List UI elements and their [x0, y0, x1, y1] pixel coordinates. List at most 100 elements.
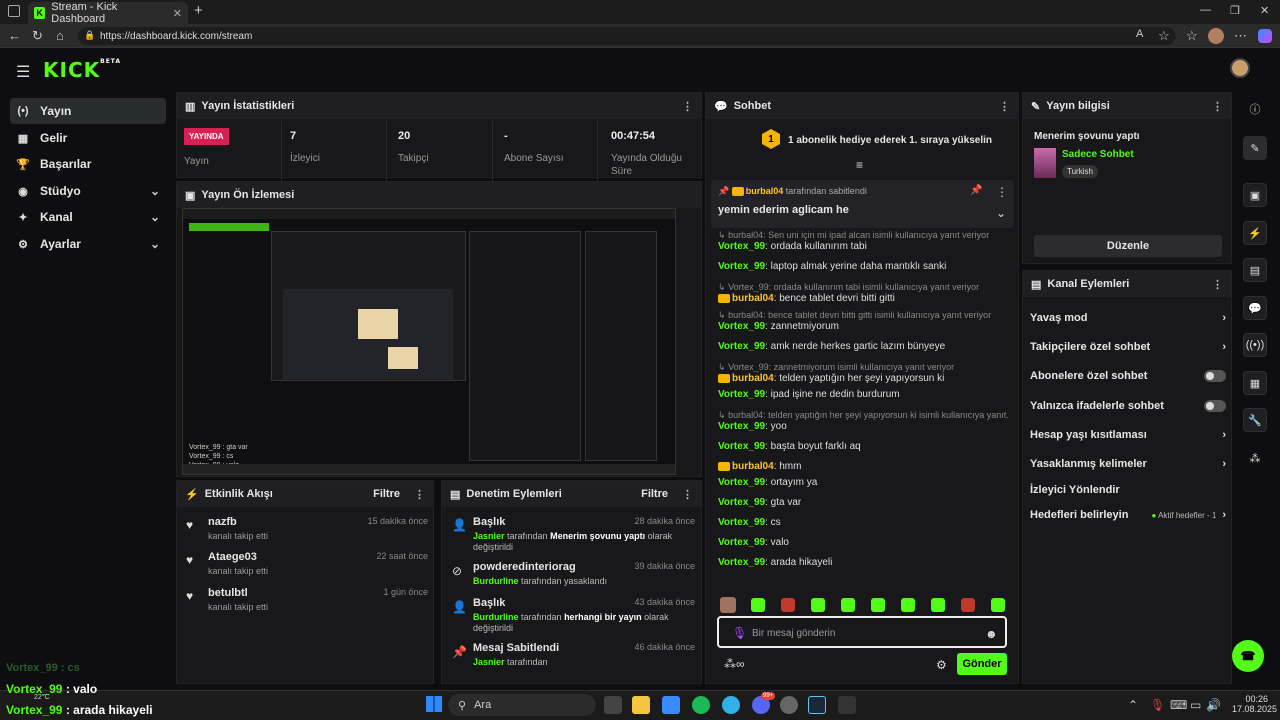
- pin-icon[interactable]: 📌: [970, 185, 982, 196]
- emote-icon[interactable]: [841, 598, 855, 612]
- refresh-icon[interactable]: ↻: [32, 28, 43, 44]
- favorite-star-icon[interactable]: ☆: [1158, 28, 1170, 44]
- sidebar-item-yayin[interactable]: (•) Yayın: [10, 98, 166, 124]
- stream-preview-video[interactable]: Vortex_99 : gta varVortex_99 : csVortex_…: [182, 208, 676, 475]
- steam-icon[interactable]: [808, 696, 826, 714]
- subscribers-only-toggle[interactable]: [1204, 370, 1226, 382]
- pinned-user[interactable]: burbal04: [746, 186, 784, 196]
- host-item[interactable]: İzleyici Yönlendir: [1030, 484, 1226, 496]
- tray-chevron-icon[interactable]: ⌃: [1128, 698, 1138, 712]
- sidebar-item-basarilar[interactable]: 🏆 Başarılar: [10, 151, 166, 177]
- close-window-icon[interactable]: ✕: [1260, 4, 1269, 17]
- emote-icon[interactable]: [811, 598, 825, 612]
- chat-username[interactable]: Vortex_99: [718, 341, 765, 352]
- mod-user[interactable]: Jasnier: [473, 531, 505, 541]
- chat-username[interactable]: burbal04: [732, 461, 774, 472]
- read-aloud-icon[interactable]: A: [1136, 28, 1143, 40]
- emote-icon[interactable]: [901, 598, 915, 612]
- emote-only-toggle[interactable]: [1204, 400, 1226, 412]
- more-options-icon[interactable]: ⋮: [1212, 100, 1223, 113]
- more-options-icon[interactable]: ⋮: [999, 100, 1010, 113]
- activity-user[interactable]: Ataege03: [208, 551, 257, 563]
- chat-username[interactable]: burbal04: [732, 373, 774, 384]
- points-icon[interactable]: ⁂∞: [724, 657, 745, 671]
- windows-start-icon[interactable]: [426, 696, 442, 712]
- app-icon[interactable]: [780, 696, 798, 714]
- mic-icon[interactable]: 🎙: [732, 626, 747, 640]
- sidebar-item-ayarlar[interactable]: ⚙ Ayarlar ⌄: [10, 231, 166, 257]
- emote-icon[interactable]: [931, 598, 945, 612]
- emote-icon[interactable]: [961, 598, 975, 612]
- chat-username[interactable]: Vortex_99: [718, 389, 765, 400]
- chat-username[interactable]: Vortex_99: [718, 497, 765, 508]
- filter-button[interactable]: Filtre: [373, 488, 400, 500]
- copilot-icon[interactable]: [1258, 29, 1272, 43]
- more-options-icon[interactable]: ⋮: [682, 100, 693, 113]
- favorites-icon[interactable]: ☆: [1186, 28, 1198, 44]
- slow-mode-item[interactable]: Yavaş mod ›: [1030, 312, 1226, 324]
- mod-user[interactable]: Burdurline: [473, 576, 519, 586]
- minimize-icon[interactable]: —: [1200, 4, 1211, 16]
- mic-tray-icon[interactable]: 🎙: [1150, 698, 1165, 712]
- chat-settings-gear-icon[interactable]: ⚙: [936, 658, 947, 672]
- more-options-icon[interactable]: ⋮: [414, 488, 425, 501]
- collapse-icon[interactable]: ≡: [856, 158, 863, 172]
- broadcast-toggle-icon[interactable]: ((•)): [1243, 333, 1267, 357]
- edit-pencil-icon[interactable]: ✎: [1243, 136, 1267, 160]
- profile-avatar[interactable]: [1208, 28, 1224, 44]
- chat-username[interactable]: Vortex_99: [718, 441, 765, 452]
- home-icon[interactable]: ⌂: [56, 28, 64, 43]
- filter-button[interactable]: Filtre: [641, 488, 668, 500]
- emote-recent[interactable]: [720, 597, 736, 613]
- chat-username[interactable]: Vortex_99: [718, 261, 765, 272]
- sidebar-item-studyo[interactable]: ◉ Stüdyo ⌄: [10, 178, 166, 204]
- more-options-icon[interactable]: ⋮: [682, 488, 693, 501]
- sidebar-item-kanal[interactable]: ✦ Kanal ⌄: [10, 204, 166, 230]
- browser-tab[interactable]: K Stream - Kick Dashboard ✕: [28, 1, 188, 25]
- edit-button[interactable]: Düzenle: [1034, 235, 1222, 257]
- chat-username[interactable]: Vortex_99: [718, 537, 765, 548]
- account-age-item[interactable]: Hesap yaşı kısıtlaması ›: [1030, 429, 1226, 441]
- chat-username[interactable]: burbal04: [732, 293, 774, 304]
- send-button[interactable]: Gönder: [957, 653, 1007, 675]
- more-icon[interactable]: ⋯: [1234, 28, 1247, 44]
- chat-toggle-icon[interactable]: 💬: [1243, 296, 1267, 320]
- goals-item[interactable]: Hedefleri belirleyin ● Aktif hedefler - 1…: [1030, 509, 1226, 521]
- keyboard-icon[interactable]: ⌨: [1170, 698, 1187, 712]
- taskbar-search[interactable]: ⚲ Ara: [448, 694, 596, 716]
- chevron-down-icon[interactable]: ⌄: [996, 206, 1006, 220]
- info-icon[interactable]: ⓘ: [1243, 97, 1267, 121]
- edge-icon[interactable]: [722, 696, 740, 714]
- followers-only-item[interactable]: Takipçilere özel sohbet ›: [1030, 341, 1226, 353]
- activity-toggle-icon[interactable]: ⚡: [1243, 221, 1267, 245]
- sidebar-item-gelir[interactable]: ▦ Gelir: [10, 125, 166, 151]
- task-view-icon[interactable]: [604, 696, 622, 714]
- category-link[interactable]: Sadece Sohbet: [1062, 149, 1134, 160]
- new-tab-icon[interactable]: +: [194, 2, 203, 19]
- spotify-icon[interactable]: [692, 696, 710, 714]
- chat-username[interactable]: Vortex_99: [718, 517, 765, 528]
- mod-user[interactable]: Burdurline: [473, 612, 519, 622]
- chat-username[interactable]: Vortex_99: [718, 241, 765, 252]
- window-menu-icon[interactable]: [8, 5, 20, 17]
- back-icon[interactable]: ←: [8, 28, 21, 43]
- store-icon[interactable]: [662, 696, 680, 714]
- network-icon[interactable]: ▭: [1190, 698, 1201, 712]
- kick-logo[interactable]: KICKBETA: [43, 58, 121, 82]
- chat-username[interactable]: Vortex_99: [718, 477, 765, 488]
- maximize-icon[interactable]: ❐: [1230, 4, 1240, 17]
- emote-icon[interactable]: [991, 598, 1005, 612]
- log-toggle-icon[interactable]: ▤: [1243, 258, 1267, 282]
- emote-icon[interactable]: [871, 598, 885, 612]
- layout-icon[interactable]: ▦: [1243, 371, 1267, 395]
- close-tab-icon[interactable]: ✕: [173, 7, 182, 20]
- clock[interactable]: 00:26 17.08.2025: [1232, 694, 1277, 714]
- emote-icon[interactable]: [781, 598, 795, 612]
- activity-user[interactable]: betulbtl: [208, 587, 248, 599]
- points-icon[interactable]: ⁂: [1243, 446, 1267, 470]
- emoji-icon[interactable]: ☻: [985, 627, 998, 641]
- banned-words-item[interactable]: Yasaklanmış kelimeler ›: [1030, 458, 1226, 470]
- wrench-icon[interactable]: 🔧: [1243, 408, 1267, 432]
- gift-prompt[interactable]: 1 abonelik hediye ederek 1. sıraya yükse…: [788, 135, 992, 146]
- hamburger-menu-icon[interactable]: ☰: [16, 62, 30, 82]
